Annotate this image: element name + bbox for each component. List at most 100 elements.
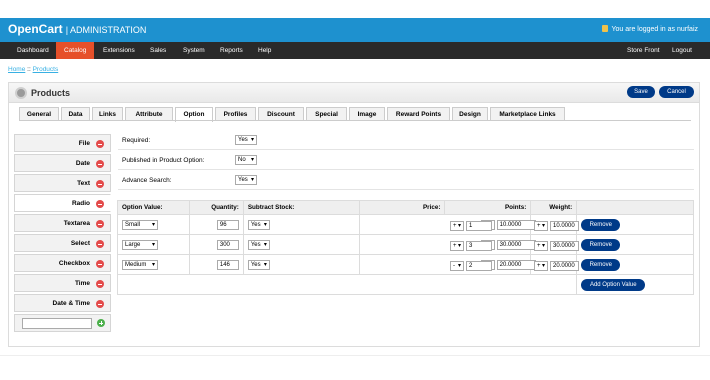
logged-in-text: You are logged in as nurfaiz [611,26,698,33]
option-value-select[interactable]: Medium [122,260,158,270]
tab-special[interactable]: Special [306,107,347,121]
remove-icon[interactable] [96,220,104,228]
weight-input[interactable]: 30.0000 [550,241,579,251]
option-tab-date[interactable]: Date [14,154,111,172]
cell-action: Remove [576,234,694,255]
box-heading: Products Save Cancel [9,83,699,103]
required-row: Required: Yes [118,130,694,150]
cell-quantity: 96 [188,214,244,235]
remove-icon[interactable] [96,300,104,308]
price-input[interactable]: 30.0000 [496,240,536,250]
page-title: Products [31,88,71,98]
tab-image[interactable]: Image [349,107,385,121]
menu-extensions[interactable]: Extensions [95,42,143,59]
cell-action: Remove [576,214,694,235]
option-tab-time[interactable]: Time [14,274,111,292]
add-option-value-button[interactable]: Add Option Value [581,279,646,291]
points-prefix-select[interactable]: - [450,261,464,271]
option-tab-label: Time [74,280,90,287]
remove-icon[interactable] [96,240,104,248]
published-label: Published in Product Option: [122,157,205,164]
breadcrumb: Home :: Products [8,66,58,73]
cell-add: Add Option Value [576,274,694,295]
menu-system[interactable]: System [175,42,213,59]
weight-prefix-select[interactable]: + [534,261,548,271]
col-subtract-stock: Subtract Stock: [242,200,360,215]
menu-catalog[interactable]: Catalog [56,42,95,59]
cell-subtract: Yes [242,214,360,235]
tab-discount[interactable]: Discount [258,107,304,121]
cell-price: +20.0000 [358,254,536,275]
quantity-input[interactable]: 146 [216,260,239,270]
option-tab-text[interactable]: Text [14,174,111,192]
remove-icon[interactable] [96,160,104,168]
tab-profiles[interactable]: Profiles [215,107,256,121]
remove-icon[interactable] [96,200,104,208]
option-tab-label: Textarea [63,220,90,227]
quantity-input[interactable]: 300 [216,240,239,250]
option-tab-checkbox[interactable]: Checkbox [14,254,111,272]
option-tab-label: Date [75,160,90,167]
cancel-button[interactable]: Cancel [659,86,694,98]
tab-general[interactable]: General [19,107,59,121]
brand: OpenCart | ADMINISTRATION [8,22,146,36]
tab-design[interactable]: Design [452,107,488,121]
weight-input[interactable]: 20.0000 [550,261,579,271]
breadcrumb-products[interactable]: Products [33,66,59,73]
tab-reward-points[interactable]: Reward Points [387,107,450,121]
weight-input[interactable]: 10.0000 [550,221,579,231]
tab-attribute[interactable]: Attribute [125,107,173,121]
points-prefix-select[interactable]: + [450,221,464,231]
remove-icon[interactable] [96,260,104,268]
weight-prefix-select[interactable]: + [534,221,548,231]
remove-icon[interactable] [96,140,104,148]
col-quantity: Quantity: [188,200,244,215]
tab-marketplace-links[interactable]: Marketplace Links [490,107,565,121]
option-value-select[interactable]: Large [122,240,158,250]
points-input[interactable]: 2 [466,261,492,271]
option-tab-label: Radio [71,200,90,207]
weight-prefix-select[interactable]: + [534,241,548,251]
points-input[interactable]: 3 [466,241,492,251]
remove-button[interactable]: Remove [581,219,621,231]
published-select[interactable]: No [235,155,257,165]
remove-icon[interactable] [96,180,104,188]
option-tab-file[interactable]: File [14,134,111,152]
points-prefix-select[interactable]: + [450,241,464,251]
option-tab-select[interactable]: Select [14,234,111,252]
remove-button[interactable]: Remove [581,259,621,271]
tab-links[interactable]: Links [92,107,123,121]
remove-icon[interactable] [96,280,104,288]
remove-button[interactable]: Remove [581,239,621,251]
option-autocomplete-input[interactable] [22,318,92,329]
table-row: Medium 146 Yes +20.0000 Remove [117,254,694,275]
required-select[interactable]: Yes [235,135,257,145]
menu-sales[interactable]: Sales [142,42,174,59]
tab-data[interactable]: Data [61,107,90,121]
price-input[interactable]: 10.0000 [496,220,536,230]
option-tab-textarea[interactable]: Textarea [14,214,111,232]
add-option-row [14,314,111,332]
menu-logout[interactable]: Logout [664,42,700,59]
points-input[interactable]: 1 [466,221,492,231]
table-row: Large 300 Yes +30.0000 Remove [117,234,694,255]
cell-subtract: Yes [242,234,360,255]
option-tab-label: Checkbox [58,260,90,267]
subtract-select[interactable]: Yes [247,240,270,250]
save-button[interactable]: Save [627,86,655,98]
advance-search-select[interactable]: Yes [235,175,257,185]
quantity-input[interactable]: 96 [216,220,239,230]
breadcrumb-home[interactable]: Home [8,66,25,73]
menu-help[interactable]: Help [250,42,279,59]
menu-dashboard[interactable]: Dashboard [9,42,57,59]
option-tab-date-time[interactable]: Date & Time [14,294,111,312]
subtract-select[interactable]: Yes [247,220,270,230]
menu-reports[interactable]: Reports [212,42,251,59]
menu-store-front[interactable]: Store Front [619,42,668,59]
subtract-select[interactable]: Yes [247,260,270,270]
option-tab-radio[interactable]: Radio [14,194,111,212]
price-input[interactable]: 20.0000 [496,260,536,270]
option-value-select[interactable]: Small [122,220,158,230]
add-icon[interactable] [97,319,105,327]
cell-price: +30.0000 [358,234,536,255]
